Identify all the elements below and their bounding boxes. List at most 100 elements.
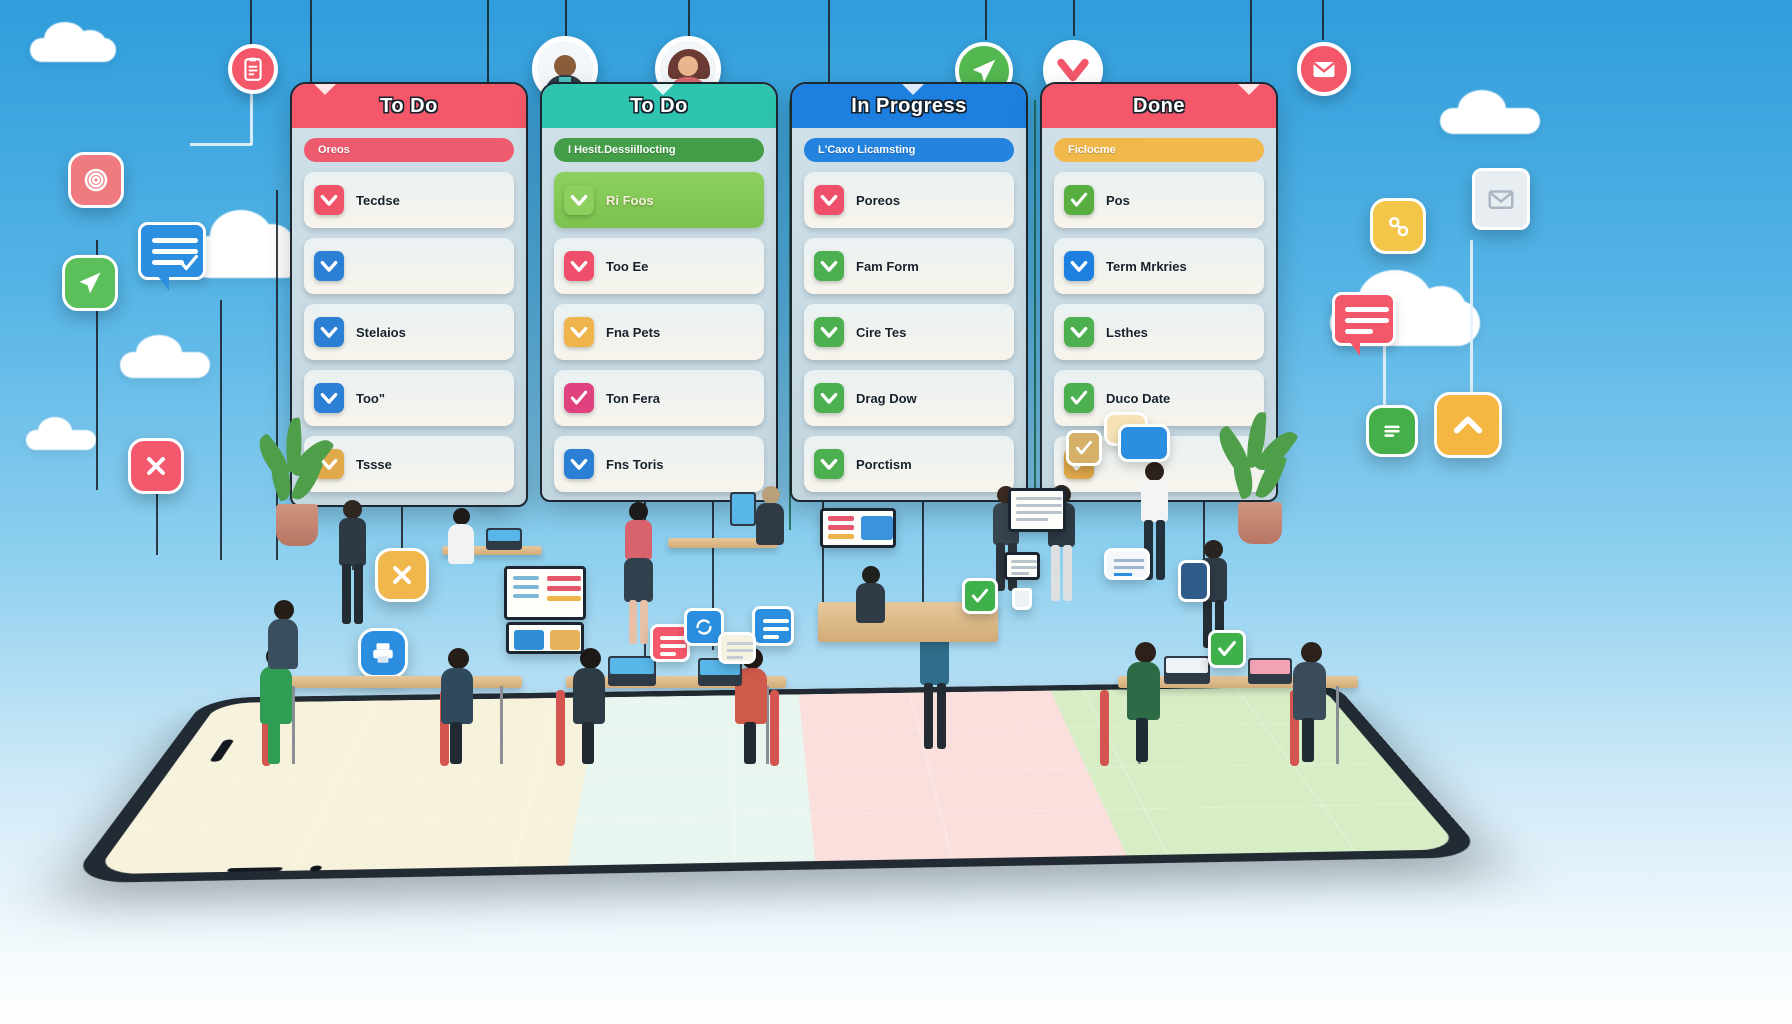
- scene-note-tile[interactable]: [718, 632, 756, 664]
- chevron-check-icon[interactable]: [564, 317, 594, 347]
- kanban-card[interactable]: Tecdse: [304, 172, 514, 228]
- chat-bubble-icon-tile[interactable]: [1332, 292, 1396, 356]
- chevron-check-icon[interactable]: [814, 185, 844, 215]
- scene-tablet-tile[interactable]: [1178, 560, 1210, 602]
- chevron-check-icon: [320, 393, 338, 404]
- close-icon-amber-tile[interactable]: [375, 548, 429, 602]
- laptop-4: [1248, 658, 1292, 684]
- column-chip[interactable]: L'Caxo Licamsting: [804, 138, 1014, 162]
- check-icon[interactable]: [1064, 185, 1094, 215]
- kanban-column-in-progress[interactable]: In Progress L'Caxo Licamsting Poreos Fam Fo…: [790, 82, 1028, 502]
- scene-list-tile[interactable]: [752, 606, 794, 646]
- chevron-check-icon[interactable]: [314, 383, 344, 413]
- chevron-check-icon[interactable]: [1064, 317, 1094, 347]
- card-label: Stelaios: [356, 324, 406, 340]
- kanban-card[interactable]: Poreos: [804, 172, 1014, 228]
- wire-1: [250, 0, 252, 50]
- wire-7: [985, 0, 987, 40]
- kanban-card[interactable]: Stelaios: [304, 304, 514, 360]
- scene-bubble-blue[interactable]: [1118, 424, 1170, 462]
- chevron-check-icon[interactable]: [564, 449, 594, 479]
- scene-check-tile[interactable]: [962, 578, 998, 614]
- person-seated-3: [436, 648, 480, 766]
- chevron-check-icon[interactable]: [814, 317, 844, 347]
- scene-check-tile-2[interactable]: [1208, 630, 1246, 668]
- card-label: Fna Pets: [606, 324, 661, 340]
- chevron-check-icon[interactable]: [1064, 251, 1094, 281]
- kanban-card[interactable]: Ton Fera: [554, 370, 764, 426]
- column-body: I Hesit.Dessiillocting Ri Foos Too Ee Fna P…: [542, 128, 776, 500]
- column-chip[interactable]: Oreos: [304, 138, 514, 162]
- kanban-card[interactable]: Pos: [1054, 172, 1264, 228]
- check-icon[interactable]: [564, 383, 594, 413]
- clipboard-badge[interactable]: [228, 44, 278, 94]
- kanban-card[interactable]: [304, 238, 514, 294]
- spiral-icon-tile[interactable]: [68, 152, 124, 208]
- person-standing-5: [1133, 462, 1175, 602]
- column-chip[interactable]: I Hesit.Dessiillocting: [554, 138, 764, 162]
- printer-icon: [373, 643, 393, 663]
- wire-4: [565, 0, 567, 36]
- chevron-up-icon-tile[interactable]: [1434, 392, 1502, 458]
- chevron-check-icon[interactable]: [814, 251, 844, 281]
- kanban-card[interactable]: Lsthes: [1054, 304, 1264, 360]
- person-seated-8: [444, 508, 480, 588]
- chevron-check-icon[interactable]: [314, 251, 344, 281]
- check-icon: [180, 254, 198, 271]
- check-icon: [1076, 440, 1092, 455]
- chevron-up-icon: [1453, 416, 1483, 434]
- cloud-top-left: [30, 22, 116, 62]
- chair-3: [556, 690, 565, 766]
- kanban-card[interactable]: Porctism: [804, 436, 1014, 492]
- kanban-card[interactable]: Fns Toris: [554, 436, 764, 492]
- wire-9: [1250, 0, 1252, 92]
- plant-left: [251, 417, 335, 550]
- whiteboard-5: [1004, 552, 1040, 580]
- chevron-check-icon: [320, 261, 338, 272]
- chevron-check-icon[interactable]: [814, 449, 844, 479]
- wire-left-plant: [220, 300, 222, 560]
- card-label: Too": [356, 390, 386, 406]
- kanban-column-todo-teal[interactable]: To Do I Hesit.Dessiillocting Ri Foos Too Ee…: [540, 82, 778, 502]
- device-speaker: [226, 867, 284, 872]
- wire-3: [487, 0, 489, 92]
- chevron-check-icon: [320, 327, 338, 338]
- paper-plane-icon-tile[interactable]: [62, 255, 118, 311]
- check-icon: [1070, 390, 1088, 405]
- kanban-card[interactable]: Term Mrkries: [1054, 238, 1264, 294]
- card-label: Drag Dow: [856, 390, 917, 406]
- column-header: Done: [1042, 84, 1276, 128]
- list-icon-tile[interactable]: [1366, 405, 1418, 457]
- clipboard-icon: [244, 57, 262, 81]
- chevron-check-icon[interactable]: [314, 185, 344, 215]
- kanban-card[interactable]: Fam Form: [804, 238, 1014, 294]
- kanban-card[interactable]: Ri Foos: [554, 172, 764, 228]
- kanban-card[interactable]: Too": [304, 370, 514, 426]
- person-seated-9: [752, 486, 790, 570]
- column-chip[interactable]: Ficlocme: [1054, 138, 1264, 162]
- kanban-card[interactable]: Fna Pets: [554, 304, 764, 360]
- cloud-top-right: [1440, 90, 1540, 134]
- card-label: Poreos: [856, 192, 901, 208]
- scene-check-amber-tile[interactable]: [1066, 430, 1102, 466]
- kanban-card[interactable]: Drag Dow: [804, 370, 1014, 426]
- kanban-card[interactable]: Too Ee: [554, 238, 764, 294]
- close-icon: [147, 457, 165, 475]
- card-label: Lsthes: [1106, 324, 1148, 340]
- close-icon-tile[interactable]: [128, 438, 184, 494]
- kanban-card[interactable]: Cire Tes: [804, 304, 1014, 360]
- whiteboard-1: [1008, 488, 1066, 532]
- whiteboard-2: [504, 566, 586, 620]
- scene-doc-tile[interactable]: [1104, 548, 1150, 580]
- check-icon[interactable]: [1064, 383, 1094, 413]
- kanban-card[interactable]: Tssse: [304, 436, 514, 492]
- settings-icon-tile[interactable]: [1370, 198, 1426, 254]
- chevron-check-icon[interactable]: [314, 317, 344, 347]
- chevron-check-icon[interactable]: [564, 251, 594, 281]
- chevron-check-icon[interactable]: [564, 185, 594, 215]
- mail-badge[interactable]: [1297, 42, 1351, 96]
- mail-icon-tile[interactable]: [1472, 168, 1530, 230]
- chevron-check-icon[interactable]: [814, 383, 844, 413]
- person-seated-7: [1288, 642, 1334, 766]
- card-label: Tecdse: [356, 192, 400, 208]
